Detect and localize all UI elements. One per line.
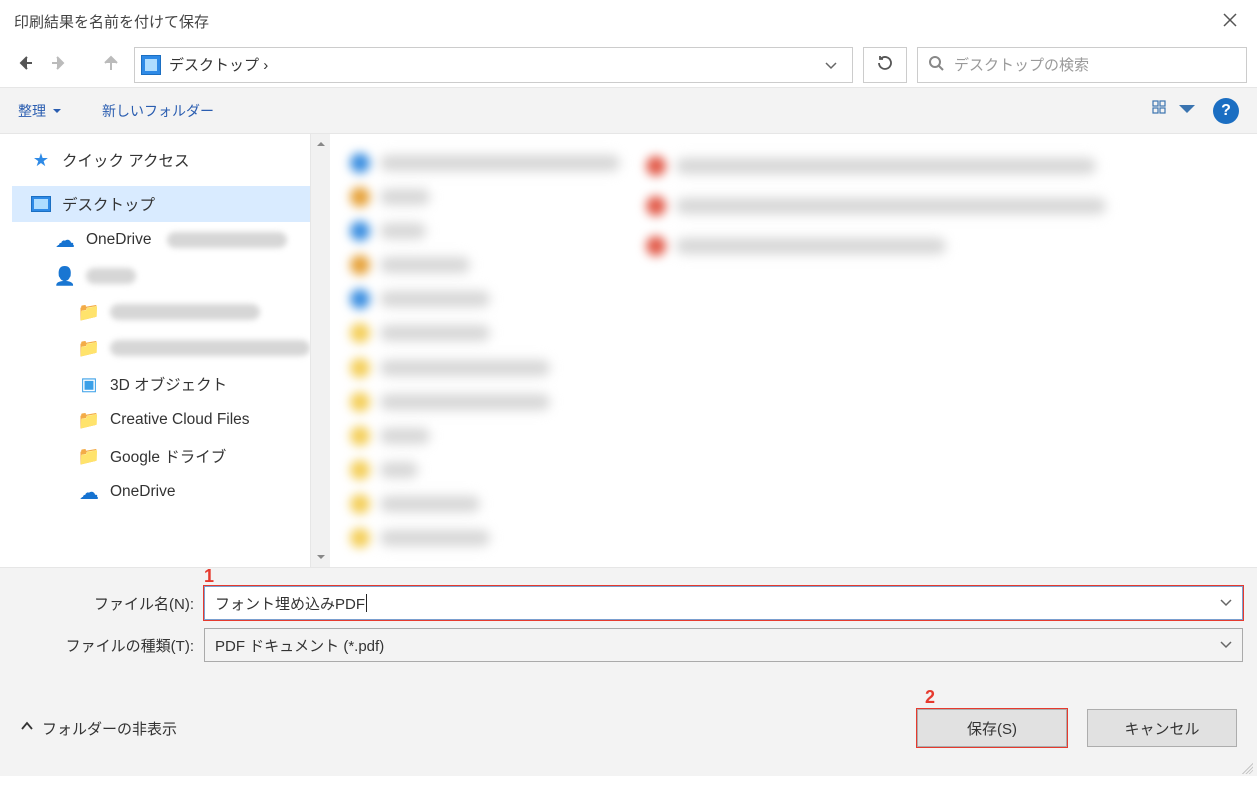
arrow-up-icon <box>103 55 119 74</box>
tree-scrollbar[interactable] <box>310 134 330 567</box>
cloud-icon: ☁ <box>54 229 76 251</box>
view-grid-icon <box>1151 99 1171 122</box>
cloud-icon: ☁ <box>78 481 100 503</box>
search-icon <box>928 55 944 74</box>
filename-label: ファイル名(N): <box>14 593 204 614</box>
desktop-icon <box>141 55 161 75</box>
save-button[interactable]: 保存(S) <box>917 709 1067 747</box>
tree-onedrive-2[interactable]: ☁ OneDrive <box>12 474 330 510</box>
organize-menu[interactable]: 整理 <box>18 101 62 121</box>
search-placeholder: デスクトップの検索 <box>954 54 1089 75</box>
tree-folder-blurred-1[interactable]: 📁 <box>12 294 330 330</box>
file-list[interactable] <box>330 134 1257 567</box>
folder-icon: 📁 <box>78 409 100 431</box>
chevron-down-icon <box>1177 99 1197 122</box>
nav-back-button[interactable] <box>10 50 40 80</box>
close-button[interactable] <box>1217 8 1243 34</box>
refresh-button[interactable] <box>863 47 907 83</box>
view-options-button[interactable] <box>1151 99 1197 122</box>
address-dropdown[interactable] <box>816 59 846 71</box>
cube-icon: ▣ <box>78 373 100 395</box>
chevron-down-icon <box>52 103 62 119</box>
annotation-1: 1 <box>204 566 214 587</box>
hide-folders-toggle[interactable]: フォルダーの非表示 <box>20 718 177 739</box>
dialog-title: 印刷結果を名前を付けて保存 <box>14 11 209 32</box>
refresh-icon <box>876 54 894 75</box>
arrow-right-icon <box>51 55 67 74</box>
filetype-select[interactable]: PDF ドキュメント (*.pdf) <box>204 628 1243 662</box>
folder-icon: 📁 <box>78 301 100 323</box>
nav-up-button[interactable] <box>96 50 126 80</box>
tree-3d-objects[interactable]: ▣ 3D オブジェクト <box>12 366 330 402</box>
filetype-label: ファイルの種類(T): <box>14 635 204 656</box>
nav-recent-dropdown[interactable] <box>78 57 92 73</box>
tree-desktop[interactable]: デスクトップ <box>12 186 330 222</box>
search-input[interactable]: デスクトップの検索 <box>917 47 1247 83</box>
star-icon: ★ <box>30 149 52 171</box>
tree-folder-blurred-2[interactable]: 📁 <box>12 330 330 366</box>
arrow-left-icon <box>17 55 33 74</box>
nav-forward-button[interactable] <box>44 50 74 80</box>
desktop-icon <box>31 196 51 212</box>
tree-quick-access[interactable]: ★ クイック アクセス <box>12 142 330 178</box>
chevron-down-icon[interactable] <box>1220 637 1232 654</box>
tree-creative-cloud[interactable]: 📁 Creative Cloud Files <box>12 402 330 438</box>
tree-user[interactable]: 👤 <box>12 258 330 294</box>
chevron-up-icon <box>20 719 34 737</box>
new-folder-button[interactable]: 新しいフォルダー <box>102 101 214 121</box>
tree-onedrive[interactable]: ☁ OneDrive <box>12 222 330 258</box>
scroll-down-icon[interactable] <box>311 547 330 567</box>
filename-input[interactable]: フォント埋め込みPDF <box>204 586 1243 620</box>
close-icon <box>1223 13 1237 30</box>
scroll-up-icon[interactable] <box>311 134 330 154</box>
address-bar[interactable]: デスクトップ › <box>134 47 853 83</box>
folder-tree[interactable]: ★ クイック アクセス デスクトップ ☁ OneDrive 👤 📁 <box>0 134 330 567</box>
help-button[interactable]: ? <box>1213 98 1239 124</box>
annotation-2: 2 <box>925 687 935 708</box>
folder-icon: 📁 <box>78 337 100 359</box>
address-location: デスクトップ › <box>169 54 816 75</box>
tree-google-drive[interactable]: 📁 Google ドライブ <box>12 438 330 474</box>
user-icon: 👤 <box>54 265 76 287</box>
folder-icon: 📁 <box>78 445 100 467</box>
resize-grip[interactable] <box>1239 760 1253 774</box>
chevron-down-icon[interactable] <box>1220 595 1232 612</box>
cancel-button[interactable]: キャンセル <box>1087 709 1237 747</box>
